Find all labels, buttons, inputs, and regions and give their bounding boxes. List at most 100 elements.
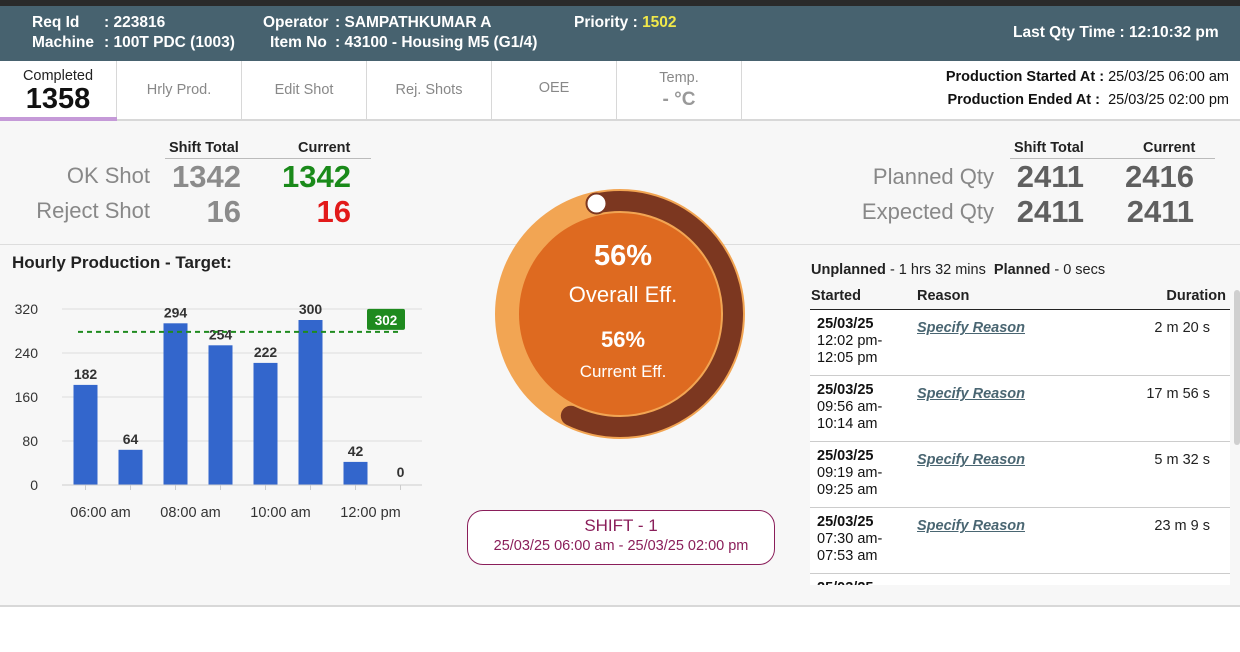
y-tick-label: 160 [15, 389, 39, 405]
bar-value-label: 182 [74, 366, 98, 382]
downtime-row: 25/03/25 Specify Reason 10 m 7 s [810, 574, 1230, 585]
downtime-row: 25/03/25 12:02 pm- 12:05 pm Specify Reason 2… [810, 310, 1230, 376]
priority-value: 1502 [642, 14, 677, 31]
req-id-label: Req Id [32, 14, 80, 31]
downtime-duration: 5 m 32 s [1154, 452, 1210, 468]
bar [163, 323, 188, 485]
bar [118, 449, 143, 485]
tab-oee[interactable]: OEE [492, 61, 617, 119]
downtime-date: 25/03/25 [817, 382, 874, 398]
shots-current-header: Current [298, 140, 351, 156]
tab-bar: Completed 1358 Hrly Prod. Edit Shot Rej.… [0, 61, 1240, 121]
operator: Operator: SAMPATHKUMAR A [263, 14, 491, 32]
y-tick-label: 80 [22, 433, 38, 449]
tab-edit-shot[interactable]: Edit Shot [242, 61, 367, 119]
x-tick-label: 08:00 am [160, 505, 220, 521]
planned-value: - 0 secs [1054, 262, 1106, 278]
downtime-scrollbar[interactable] [1234, 290, 1240, 445]
tab-edit-shot-label: Edit Shot [274, 82, 334, 98]
qty-shift-total-header: Shift Total [1014, 140, 1084, 156]
temp-value: - °C [662, 88, 696, 110]
downtime-date: 25/03/25 [817, 580, 873, 585]
expected-qty-label: Expected Qty [861, 199, 994, 224]
downtime-start: 25/03/25 09:56 am- 10:14 am [817, 382, 882, 433]
production-ended: Production Ended At : 25/03/25 02:00 pm [947, 92, 1229, 108]
bar-value-label: 222 [254, 344, 278, 360]
machine: Machine: 100T PDC (1003) [32, 34, 235, 52]
tab-completed[interactable]: Completed 1358 [0, 61, 117, 121]
reject-shot-label: Reject Shot [36, 198, 150, 223]
bar-value-label: 64 [123, 431, 139, 447]
machine-label: Machine [32, 34, 95, 51]
hourly-production-chart: 0 80 160 240 320 182 64 294 254 222 300 42 0 06:00 am… [15, 301, 422, 521]
bar-value-label: 42 [348, 443, 364, 459]
tab-hrly-prod[interactable]: Hrly Prod. [117, 61, 242, 119]
downtime-time-from: 12:02 pm- [817, 333, 883, 349]
item-value: 43100 - Housing M5 (G1/4) [344, 34, 538, 51]
sep: : [1119, 24, 1125, 41]
target-value-label: 302 [375, 313, 398, 328]
unplanned-label: Unplanned [811, 262, 886, 278]
production-started: Production Started At : 25/03/25 06:00 a… [946, 69, 1229, 85]
bar [298, 320, 323, 485]
downtime-date: 25/03/25 [817, 316, 874, 332]
downtime-duration: 2 m 20 s [1154, 320, 1210, 336]
x-tick-label: 12:00 pm [340, 505, 400, 521]
specify-reason-link[interactable]: Specify Reason [917, 584, 1025, 585]
item-no: Item No: 43100 - Housing M5 (G1/4) [270, 34, 537, 52]
reject-shot-shift-total: 16 [206, 194, 241, 229]
x-tick-label: 10:00 am [250, 505, 310, 521]
unplanned-value: - 1 hrs 32 mins [889, 262, 986, 278]
overall-eff-label: Overall Eff. [568, 282, 678, 307]
specify-reason-link[interactable]: Specify Reason [917, 518, 1025, 534]
expected-qty-current: 2411 [1126, 194, 1194, 229]
downtime-time-to: 10:14 am [817, 416, 878, 432]
bar [253, 362, 278, 485]
tab-rej-shots-label: Rej. Shots [395, 82, 463, 98]
current-eff-value: 56% [600, 327, 646, 352]
sep: : [1095, 92, 1100, 108]
bar [343, 461, 368, 485]
downtime-date: 25/03/25 [817, 514, 874, 530]
downtime-table: Started Reason Duration 25/03/25 12:02 pm… [810, 285, 1230, 585]
operator-label: Operator [263, 14, 329, 31]
production-started-value: 25/03/25 06:00 am [1108, 69, 1229, 85]
tab-rej-shots[interactable]: Rej. Shots [367, 61, 492, 119]
sep: : [1099, 69, 1105, 85]
downtime-time-to: 07:53 am [817, 548, 878, 564]
ok-shot-label: OK Shot [66, 163, 150, 188]
priority-label: Priority [574, 14, 629, 31]
overall-eff-value: 56% [593, 240, 653, 272]
downtime-duration: 10 m 7 s [1154, 584, 1210, 585]
last-qty-time: Last Qty Time : 12:10:32 pm [1013, 24, 1219, 42]
planned-qty-current: 2416 [1125, 159, 1194, 194]
sep: : [335, 14, 341, 31]
sep: : [632, 14, 638, 31]
operator-value: SAMPATHKUMAR A [344, 14, 492, 31]
bar-value-label: 0 [397, 464, 405, 480]
downtime-row: 25/03/25 07:30 am- 07:53 am Specify Reason 2… [810, 508, 1230, 574]
downtime-table-header: Started Reason Duration [810, 285, 1230, 310]
y-tick-label: 240 [15, 345, 39, 361]
bottom-divider [0, 605, 1240, 607]
shots-shift-total-header: Shift Total [169, 140, 239, 156]
sep: : [104, 34, 110, 51]
planned-qty-shift-total: 2411 [1016, 159, 1084, 194]
col-reason: Reason [917, 288, 970, 304]
x-tick-label: 06:00 am [70, 505, 130, 521]
specify-reason-link[interactable]: Specify Reason [917, 320, 1025, 336]
col-started: Started [811, 288, 861, 304]
specify-reason-link[interactable]: Specify Reason [917, 452, 1025, 468]
specify-reason-link[interactable]: Specify Reason [917, 386, 1025, 402]
downtime-time-from: 09:56 am- [817, 399, 883, 415]
downtime-start: 25/03/25 09:19 am- 09:25 am [817, 448, 882, 499]
shift-title: SHIFT - 1 [584, 516, 658, 535]
tab-hrly-prod-label: Hrly Prod. [146, 82, 212, 98]
last-qty-label: Last Qty Time [1013, 24, 1116, 41]
y-tick-label: 320 [15, 301, 39, 317]
qty-current-header: Current [1143, 140, 1196, 156]
production-ended-value: 25/03/25 02:00 pm [1108, 92, 1229, 108]
expected-qty-shift-total: 2411 [1016, 194, 1084, 229]
bar-value-label: 254 [209, 326, 233, 342]
tab-temp[interactable]: Temp. - °C [617, 61, 742, 119]
